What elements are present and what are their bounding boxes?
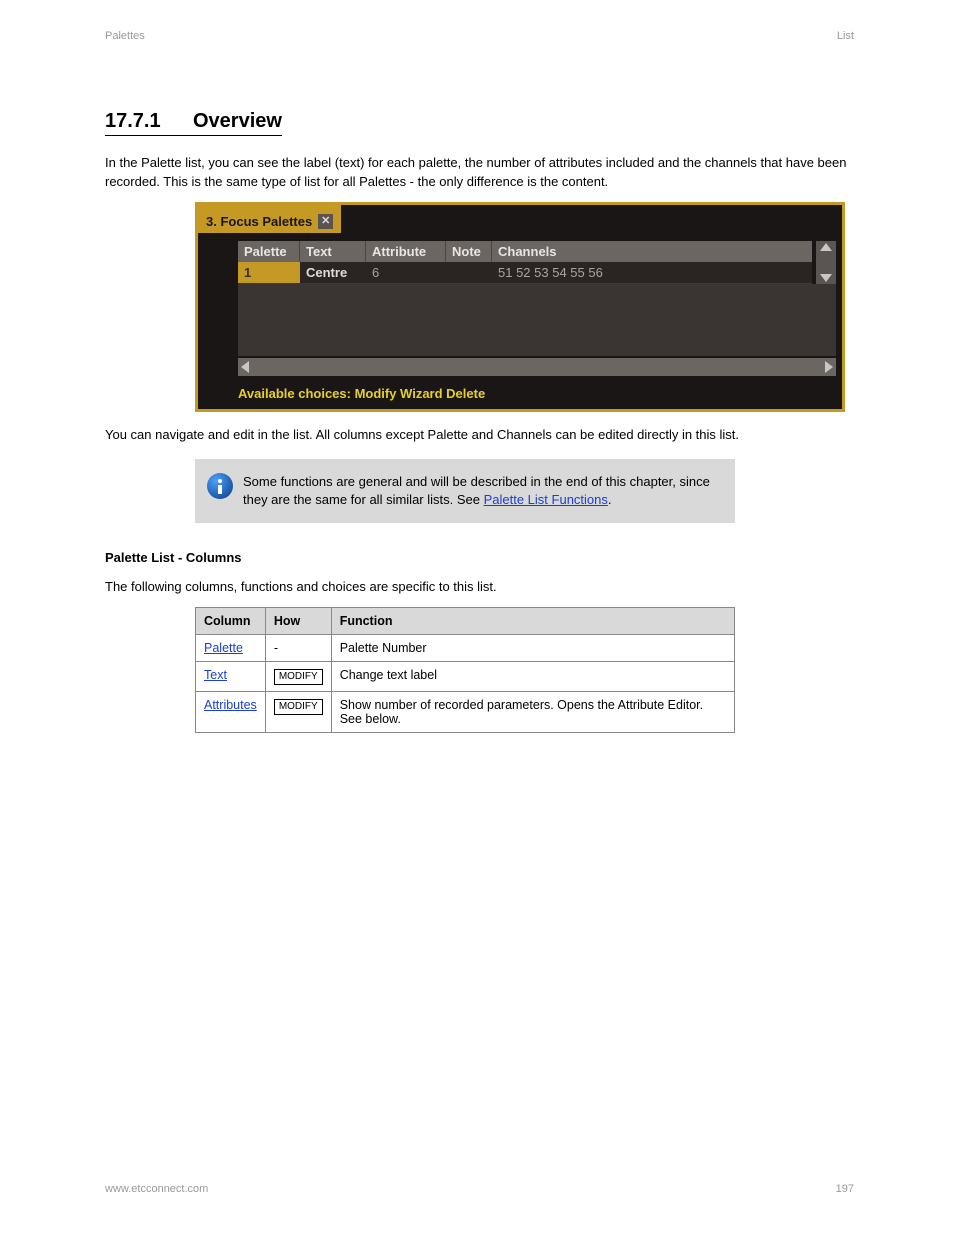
th-attribute[interactable]: Attribute [366,241,446,262]
how-text: MODIFY [265,661,331,691]
col-attributes-link[interactable]: Attributes [204,698,257,712]
available-choices: Available choices: Modify Wizard Delete [198,380,842,409]
page-number: 197 [836,1183,854,1195]
page-footer: www.etcconnect.com 197 [105,1183,854,1195]
footer-url: www.etcconnect.com [105,1183,208,1195]
table-row: Palette - Palette Number [196,634,735,661]
scroll-up-icon[interactable] [820,243,832,251]
info-callout: Some functions are general and will be d… [195,459,735,523]
columns-table-header: Column How Function [196,607,735,634]
vertical-scrollbar[interactable] [816,241,836,284]
modify-key: MODIFY [274,669,323,685]
cell-note [446,262,492,283]
header-left: Palettes [105,30,145,42]
palette-list-functions-link[interactable]: Palette List Functions [484,492,608,507]
page-header: Palettes List [105,30,854,42]
cell-attribute: 6 [366,262,446,283]
func-attributes: Show number of recorded parameters. Open… [331,691,734,732]
how-attributes: MODIFY [265,691,331,732]
intro-paragraph: In the Palette list, you can see the lab… [105,154,854,192]
close-icon[interactable]: ✕ [318,214,333,229]
table-header-row: Palette Text Attribute Note Channels [238,241,812,262]
scroll-down-icon[interactable] [820,274,832,282]
th-column: Column [196,607,266,634]
th-palette[interactable]: Palette [238,241,300,262]
tab-title: 3. Focus Palettes [206,214,312,229]
info-icon [207,473,233,499]
columns-intro: The following columns, functions and cho… [105,578,854,597]
focus-palettes-screenshot: 3. Focus Palettes ✕ Palette Text Attribu… [195,202,845,412]
callout-text: Some functions are general and will be d… [243,473,719,509]
th-how: How [265,607,331,634]
focus-palettes-tab[interactable]: 3. Focus Palettes ✕ [198,205,341,233]
below-screenshot-text: You can navigate and edit in the list. A… [105,426,854,445]
func-palette: Palette Number [331,634,734,661]
table-empty-area [238,284,836,356]
cell-text: Centre [300,262,366,283]
modify-key: MODIFY [274,699,323,715]
table-row: Text MODIFY Change text label [196,661,735,691]
th-note[interactable]: Note [446,241,492,262]
func-text: Change text label [331,661,734,691]
columns-table: Column How Function Palette - Palette Nu… [195,607,735,733]
cell-palette: 1 [238,262,300,283]
header-right: List [837,30,854,42]
cell-channels: 51 52 53 54 55 56 [492,262,812,283]
palette-table: Palette Text Attribute Note Channels 1 C… [238,241,812,284]
columns-heading: Palette List - Columns [105,549,854,568]
scroll-left-icon[interactable] [241,361,249,373]
scroll-right-icon[interactable] [825,361,833,373]
horizontal-scrollbar[interactable] [238,358,836,376]
tab-bar: 3. Focus Palettes ✕ [198,205,842,233]
col-text-link[interactable]: Text [204,668,227,682]
table-row: Attributes MODIFY Show number of recorde… [196,691,735,732]
th-text[interactable]: Text [300,241,366,262]
th-channels[interactable]: Channels [492,241,812,262]
col-palette-link[interactable]: Palette [204,641,243,655]
how-palette: - [265,634,331,661]
th-function: Function [331,607,734,634]
table-row[interactable]: 1 Centre 6 51 52 53 54 55 56 [238,262,812,284]
section-heading: 17.7.1Overview [105,110,282,136]
